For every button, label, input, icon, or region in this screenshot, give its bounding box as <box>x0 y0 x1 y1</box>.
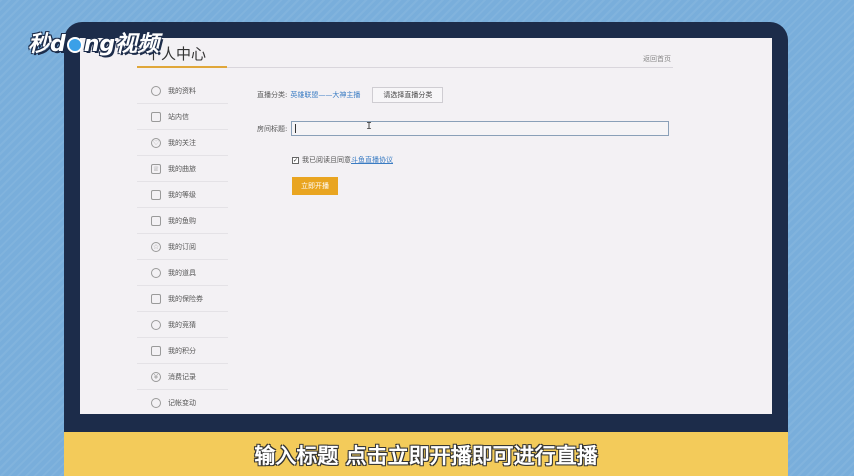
coin-icon: ¥ <box>151 371 161 382</box>
sidebar-item-profile[interactable]: 我的资料 <box>137 78 228 104</box>
agreement-link[interactable]: 斗鱼直播协议 <box>351 155 393 165</box>
medal-icon <box>151 189 161 200</box>
agree-text: 我已阅读且同意 <box>302 156 351 164</box>
choose-category-button[interactable]: 请选择直播分类 <box>372 87 444 103</box>
sidebar-item-messages[interactable]: 站内信 <box>137 104 228 130</box>
sidebar-item-label: 我的道具 <box>168 268 196 277</box>
sidebar-item-label: 站内信 <box>168 112 189 121</box>
start-broadcast-button[interactable]: 立即开播 <box>292 177 338 195</box>
ibeam-cursor-icon: I <box>366 121 373 132</box>
category-value[interactable]: 英雄联盟——大神主播 <box>290 90 360 100</box>
room-title-input[interactable] <box>291 121 670 136</box>
subtitle-bar: 输入标题 点击立即开播即可进行直播 <box>64 432 788 476</box>
sidebar-item-label: 消费记录 <box>168 372 196 381</box>
sidebar: 我的资料 站内信 ♡ 我的关注 ♕ 我的曲旅 我的等级 我的鱼购 ☆ 我的订阅 我的道… <box>137 78 228 414</box>
sidebar-item-label: 我的竞猜 <box>168 320 196 329</box>
browser-screen: 个人中心 返回首页 我的资料 站内信 ♡ 我的关注 ♕ 我的曲旅 我的等级 我的鱼购… <box>80 38 772 414</box>
sidebar-item-label: 记帐变动 <box>168 398 196 407</box>
agreement-row: ✓ 我已阅读且同意 斗鱼直播协议 <box>292 155 393 165</box>
sidebar-item-follows[interactable]: ♡ 我的关注 <box>137 130 228 156</box>
points-icon <box>151 345 161 356</box>
sidebar-item-consumption[interactable]: ¥ 消费记录 <box>137 364 228 390</box>
record-icon <box>151 397 161 408</box>
sidebar-item-purchases[interactable]: 我的鱼购 <box>137 208 228 234</box>
heart-icon: ♡ <box>151 137 161 148</box>
sidebar-item-subscriptions[interactable]: ☆ 我的订阅 <box>137 234 228 260</box>
header-accent-underline <box>137 66 227 68</box>
logo-text-part-2: ng视频 <box>83 32 160 57</box>
category-row: 直播分类: 英雄联盟——大神主播 请选择直播分类 <box>257 87 444 103</box>
logo-text-part-1: 秒d <box>28 32 66 57</box>
crown-icon: ♕ <box>151 163 161 174</box>
sidebar-item-coupons[interactable]: 我的保险券 <box>137 286 228 312</box>
back-home-link[interactable]: 返回首页 <box>643 54 671 64</box>
sidebar-item-label: 我的鱼购 <box>168 216 196 225</box>
sidebar-item-tracks[interactable]: ♕ 我的曲旅 <box>137 156 228 182</box>
star-icon: ☆ <box>151 241 161 252</box>
gift-icon <box>151 267 161 278</box>
room-title-row: 房间标题: <box>257 121 670 136</box>
bag-icon <box>151 215 161 226</box>
play-circle-icon <box>66 37 83 53</box>
sidebar-item-label: 我的保险券 <box>168 294 203 303</box>
category-label: 直播分类: <box>257 91 288 99</box>
sidebar-item-label: 我的等级 <box>168 190 196 199</box>
trophy-icon <box>151 319 161 330</box>
sidebar-item-records[interactable]: 记帐变动 <box>137 390 228 414</box>
ticket-icon <box>151 293 161 304</box>
sidebar-item-points[interactable]: 我的积分 <box>137 338 228 364</box>
agree-checkbox[interactable]: ✓ <box>292 156 299 164</box>
sidebar-item-label: 我的订阅 <box>168 242 196 251</box>
sidebar-item-guess[interactable]: 我的竞猜 <box>137 312 228 338</box>
sidebar-item-label: 我的曲旅 <box>168 164 196 173</box>
watermark-logo: 秒d ng视频 <box>28 26 159 58</box>
sidebar-item-props[interactable]: 我的道具 <box>137 260 228 286</box>
sidebar-item-label: 我的积分 <box>168 346 196 355</box>
text-caret <box>295 124 297 133</box>
user-circle-icon <box>151 85 161 96</box>
sidebar-item-label: 我的资料 <box>168 86 196 95</box>
sidebar-item-level[interactable]: 我的等级 <box>137 182 228 208</box>
room-title-label: 房间标题: <box>257 124 288 133</box>
sidebar-item-label: 我的关注 <box>168 138 196 147</box>
mail-icon <box>151 111 161 122</box>
subtitle-caption: 输入标题 点击立即开播即可进行直播 <box>254 444 598 468</box>
